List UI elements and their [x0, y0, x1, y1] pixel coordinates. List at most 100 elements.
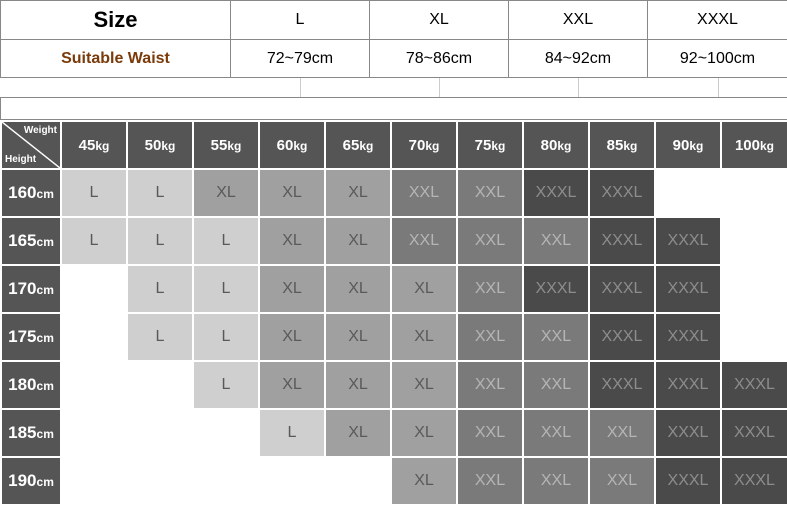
corner-weight-label: Weight — [24, 125, 57, 136]
grid-cell: XXXL — [589, 313, 655, 361]
size-value: XXXL — [668, 232, 709, 249]
size-value: XL — [414, 472, 434, 489]
grid-row: 185cmLXLXLXXLXXLXXLXXXLXXXL — [1, 409, 787, 457]
col-head: 90kg — [655, 121, 721, 169]
size-value: XL — [348, 184, 368, 201]
grid-cell: L — [127, 169, 193, 217]
size-value: XXXL — [602, 328, 643, 345]
grid-cell: XXXL — [721, 409, 787, 457]
grid-cell: XXXL — [589, 169, 655, 217]
size-value: XXL — [607, 424, 637, 441]
size-XL: XL — [370, 1, 509, 40]
grid-cell — [127, 361, 193, 409]
size-value: XXL — [475, 328, 505, 345]
grid-cell: XXXL — [589, 265, 655, 313]
grid-cell: XL — [391, 409, 457, 457]
size-value: XXL — [541, 328, 571, 345]
grid-cell — [721, 169, 787, 217]
waist-row: Suitable Waist 72~79cm 78~86cm 84~92cm 9… — [1, 40, 787, 78]
size-value: XL — [282, 376, 302, 393]
grid-row: 165cmLLLXLXLXXLXXLXXLXXXLXXXL — [1, 217, 787, 265]
size-value: XXXL — [734, 376, 775, 393]
size-XXXL: XXXL — [648, 1, 787, 40]
grid-cell: L — [259, 409, 325, 457]
grid-cell — [61, 457, 127, 505]
grid-cell: XL — [325, 361, 391, 409]
size-value: XXXL — [602, 280, 643, 297]
grid-cell: XXL — [523, 361, 589, 409]
size-L: L — [231, 1, 370, 40]
size-value: XXXL — [602, 232, 643, 249]
size-value: XL — [348, 328, 368, 345]
size-value: XL — [282, 328, 302, 345]
size-value: L — [156, 280, 165, 297]
grid-cell: L — [127, 265, 193, 313]
grid-cell: XL — [391, 361, 457, 409]
row-head: 185cm — [1, 409, 61, 457]
grid-cell: XXL — [523, 457, 589, 505]
size-value: XL — [282, 232, 302, 249]
size-header: Size — [1, 1, 231, 40]
row-head: 180cm — [1, 361, 61, 409]
grid-cell: L — [193, 313, 259, 361]
size-value: XXXL — [668, 424, 709, 441]
grid-cell — [193, 457, 259, 505]
grid-cell: XXXL — [721, 457, 787, 505]
grid-header-row: Weight Height 45kg 50kg 55kg 60kg 65kg 7… — [1, 121, 787, 169]
waist-XXL: 84~92cm — [509, 40, 648, 78]
grid-row: 170cmLLXLXLXLXXLXXXLXXXLXXXL — [1, 265, 787, 313]
grid-cell: XXXL — [589, 361, 655, 409]
size-value: XL — [414, 280, 434, 297]
col-head: 60kg — [259, 121, 325, 169]
grid-cell — [721, 217, 787, 265]
grid-cell: XXL — [523, 313, 589, 361]
grid-row: 190cmXLXXLXXLXXLXXXLXXXL — [1, 457, 787, 505]
grid-cell: XXL — [457, 313, 523, 361]
grid-cell: XXL — [457, 409, 523, 457]
size-value: XXXL — [734, 424, 775, 441]
grid-cell: L — [127, 217, 193, 265]
grid-cell — [325, 457, 391, 505]
size-value: XXL — [475, 280, 505, 297]
grid-cell: XL — [391, 313, 457, 361]
grid-cell: XXL — [391, 169, 457, 217]
grid-cell: XXXL — [655, 265, 721, 313]
size-value: L — [222, 376, 231, 393]
grid-cell: XL — [259, 361, 325, 409]
size-value: XL — [414, 376, 434, 393]
size-value: XXL — [475, 232, 505, 249]
grid-cell: XL — [193, 169, 259, 217]
size-value: XL — [348, 376, 368, 393]
height-weight-grid: Weight Height 45kg 50kg 55kg 60kg 65kg 7… — [0, 120, 787, 506]
grid-cell: XXXL — [655, 217, 721, 265]
size-value: XXXL — [536, 280, 577, 297]
grid-cell: XXXL — [589, 217, 655, 265]
grid-cell — [259, 457, 325, 505]
size-value: L — [222, 232, 231, 249]
size-value: XXL — [541, 232, 571, 249]
size-value: XL — [414, 424, 434, 441]
size-value: L — [222, 280, 231, 297]
grid-cell: XXL — [457, 217, 523, 265]
size-value: XXL — [475, 472, 505, 489]
grid-cell: XXL — [589, 457, 655, 505]
col-head: 45kg — [61, 121, 127, 169]
grid-cell: XL — [259, 169, 325, 217]
size-waist-table: Size L XL XXL XXXL Suitable Waist 72~79c… — [0, 0, 787, 120]
grid-cell — [193, 409, 259, 457]
waist-header: Suitable Waist — [1, 40, 231, 78]
size-value: XXL — [409, 184, 439, 201]
col-head: 80kg — [523, 121, 589, 169]
grid-cell: XXXL — [655, 361, 721, 409]
size-value: XL — [282, 280, 302, 297]
size-value: XL — [282, 184, 302, 201]
grid-cell: L — [193, 217, 259, 265]
size-value: L — [288, 424, 297, 441]
size-value: XXXL — [668, 376, 709, 393]
size-value: XXXL — [602, 376, 643, 393]
grid-cell: XXL — [457, 361, 523, 409]
size-value: XL — [348, 232, 368, 249]
grid-cell: XL — [325, 217, 391, 265]
size-value: XXXL — [536, 184, 577, 201]
size-value: XL — [348, 280, 368, 297]
